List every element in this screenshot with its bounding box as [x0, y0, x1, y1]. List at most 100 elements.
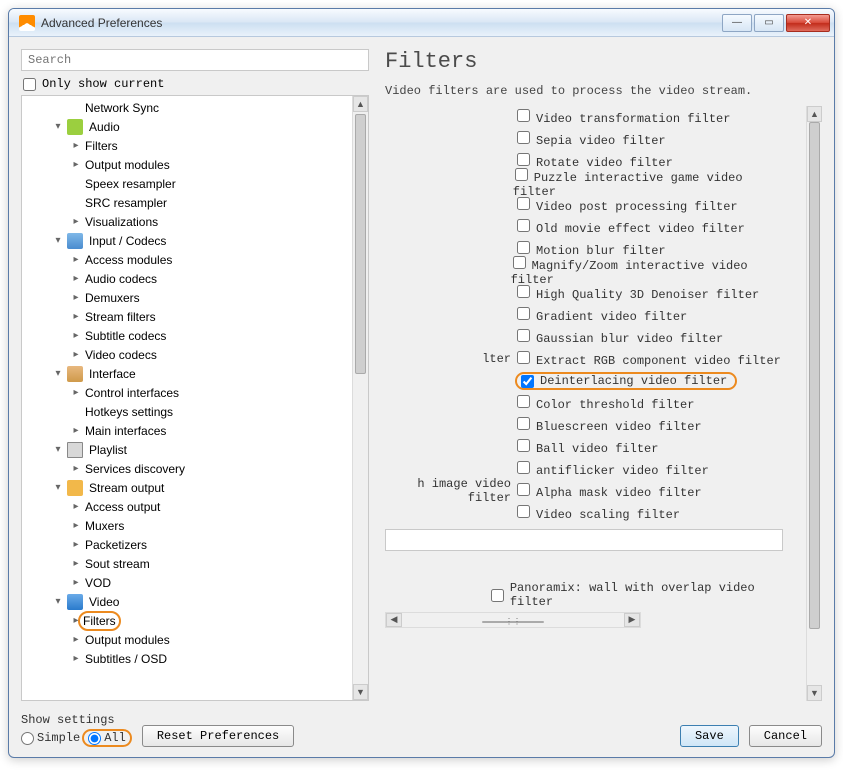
filters-hscrollbar[interactable]: ◀ ⋮⋮ ▶ — [385, 612, 641, 628]
tree-speex[interactable]: Speex resampler — [22, 174, 352, 193]
filter-option[interactable]: Video post processing filter — [515, 197, 738, 214]
filter-option[interactable]: Gaussian blur video filter — [515, 329, 723, 346]
filter-option[interactable]: Deinterlacing video filter — [515, 372, 737, 390]
tree-video-filters[interactable]: ▸Filters — [22, 611, 352, 630]
filter-checkbox[interactable] — [517, 197, 530, 210]
tree-video-output[interactable]: ▸Output modules — [22, 630, 352, 649]
only-show-current-checkbox[interactable] — [23, 78, 36, 91]
expander-icon[interactable]: ▸ — [70, 292, 82, 303]
filter-checkbox[interactable] — [517, 417, 530, 430]
filter-checkbox[interactable] — [517, 505, 530, 518]
expander-icon[interactable]: ▸ — [70, 653, 82, 664]
close-button[interactable]: ✕ — [786, 14, 830, 32]
scroll-right-icon[interactable]: ▶ — [624, 613, 640, 627]
expander-icon[interactable]: ▾ — [52, 444, 64, 455]
only-show-current[interactable]: Only show current — [21, 77, 369, 91]
tree-video[interactable]: ▾Video — [22, 592, 352, 611]
scroll-thumb[interactable] — [809, 122, 820, 629]
expander-icon[interactable]: ▸ — [70, 273, 82, 284]
tree-stream-output[interactable]: ▾Stream output — [22, 478, 352, 497]
filters-vscrollbar[interactable]: ▲ ▼ — [806, 106, 822, 701]
expander-icon[interactable]: ▸ — [70, 463, 82, 474]
filter-checkbox[interactable] — [517, 219, 530, 232]
tree-audio-output[interactable]: ▸Output modules — [22, 155, 352, 174]
tree-packetizers[interactable]: ▸Packetizers — [22, 535, 352, 554]
filter-checkbox[interactable] — [517, 131, 530, 144]
reset-preferences-button[interactable]: Reset Preferences — [142, 725, 294, 747]
filter-option[interactable]: Alpha mask video filter — [515, 483, 702, 500]
tree-access-output[interactable]: ▸Access output — [22, 497, 352, 516]
tree-audio[interactable]: ▾Audio — [22, 117, 352, 136]
filter-option[interactable]: Magnify/Zoom interactive video filter — [511, 256, 788, 287]
filter-option[interactable]: Video transformation filter — [515, 109, 730, 126]
filter-checkbox[interactable] — [517, 307, 530, 320]
filter-option[interactable]: High Quality 3D Denoiser filter — [515, 285, 759, 302]
simple-radio[interactable] — [21, 732, 34, 745]
expander-icon[interactable]: ▸ — [70, 501, 82, 512]
tree-stream-filters[interactable]: ▸Stream filters — [22, 307, 352, 326]
tree-visualizations[interactable]: ▸Visualizations — [22, 212, 352, 231]
expander-icon[interactable]: ▸ — [70, 159, 82, 170]
minimize-button[interactable]: — — [722, 14, 752, 32]
filter-checkbox[interactable] — [517, 395, 530, 408]
tree-src[interactable]: SRC resampler — [22, 193, 352, 212]
tree-network-sync[interactable]: Network Sync — [22, 98, 352, 117]
tree-vod[interactable]: ▸VOD — [22, 573, 352, 592]
tree-demuxers[interactable]: ▸Demuxers — [22, 288, 352, 307]
expander-icon[interactable]: ▸ — [70, 140, 82, 151]
filter-option[interactable]: Old movie effect video filter — [515, 219, 745, 236]
filter-option[interactable]: Extract RGB component video filter — [515, 351, 781, 368]
simple-radio-label[interactable]: Simple — [21, 731, 80, 745]
expander-icon[interactable]: ▸ — [70, 349, 82, 360]
filter-option[interactable]: Sepia video filter — [515, 131, 666, 148]
filter-checkbox[interactable] — [517, 461, 530, 474]
filter-checkbox[interactable] — [521, 375, 534, 388]
filter-checkbox[interactable] — [513, 256, 526, 269]
expander-icon[interactable]: ▾ — [52, 368, 64, 379]
expander-icon[interactable]: ▾ — [52, 235, 64, 246]
expander-icon[interactable]: ▾ — [52, 482, 64, 493]
scroll-up-icon[interactable]: ▲ — [807, 106, 822, 122]
scroll-down-icon[interactable]: ▼ — [353, 684, 368, 700]
scroll-thumb[interactable]: ⋮⋮ — [482, 621, 544, 623]
all-radio-label[interactable]: All — [88, 731, 126, 745]
filter-option[interactable]: Color threshold filter — [515, 395, 694, 412]
expander-icon[interactable]: ▸ — [70, 330, 82, 341]
tree-control-interfaces[interactable]: ▸Control interfaces — [22, 383, 352, 402]
expander-icon[interactable]: ▾ — [52, 121, 64, 132]
expander-icon[interactable]: ▸ — [70, 577, 82, 588]
tree-main-interfaces[interactable]: ▸Main interfaces — [22, 421, 352, 440]
filter-option[interactable]: Bluescreen video filter — [515, 417, 702, 434]
tree-interface[interactable]: ▾Interface — [22, 364, 352, 383]
scroll-up-icon[interactable]: ▲ — [353, 96, 368, 112]
tree-muxers[interactable]: ▸Muxers — [22, 516, 352, 535]
scroll-left-icon[interactable]: ◀ — [386, 613, 402, 627]
expander-icon[interactable]: ▸ — [70, 539, 82, 550]
expander-icon[interactable]: ▸ — [70, 634, 82, 645]
tree-services-discovery[interactable]: ▸Services discovery — [22, 459, 352, 478]
filter-checkbox[interactable] — [517, 439, 530, 452]
scroll-thumb[interactable] — [355, 114, 366, 374]
filter-checkbox[interactable] — [517, 483, 530, 496]
expander-icon[interactable]: ▾ — [52, 596, 64, 607]
filter-checkbox[interactable] — [517, 351, 530, 364]
save-button[interactable]: Save — [680, 725, 739, 747]
filter-text-input[interactable] — [385, 529, 783, 551]
tree-playlist[interactable]: ▾Playlist — [22, 440, 352, 459]
expander-icon[interactable]: ▸ — [70, 425, 82, 436]
filter-checkbox[interactable] — [517, 241, 530, 254]
category-tree[interactable]: Network Sync▾Audio▸Filters▸Output module… — [22, 96, 352, 700]
tree-input-codecs[interactable]: ▾Input / Codecs — [22, 231, 352, 250]
filter-option[interactable]: Gradient video filter — [515, 307, 687, 324]
tree-subtitles-osd[interactable]: ▸Subtitles / OSD — [22, 649, 352, 668]
tree-audio-filters[interactable]: ▸Filters — [22, 136, 352, 155]
tree-subtitle-codecs[interactable]: ▸Subtitle codecs — [22, 326, 352, 345]
all-radio[interactable] — [88, 732, 101, 745]
filter-option[interactable]: antiflicker video filter — [515, 461, 709, 478]
filter-checkbox[interactable] — [517, 329, 530, 342]
tree-access-modules[interactable]: ▸Access modules — [22, 250, 352, 269]
maximize-button[interactable]: ▭ — [754, 14, 784, 32]
expander-icon[interactable]: ▸ — [70, 311, 82, 322]
cancel-button[interactable]: Cancel — [749, 725, 822, 747]
expander-icon[interactable]: ▸ — [70, 387, 82, 398]
